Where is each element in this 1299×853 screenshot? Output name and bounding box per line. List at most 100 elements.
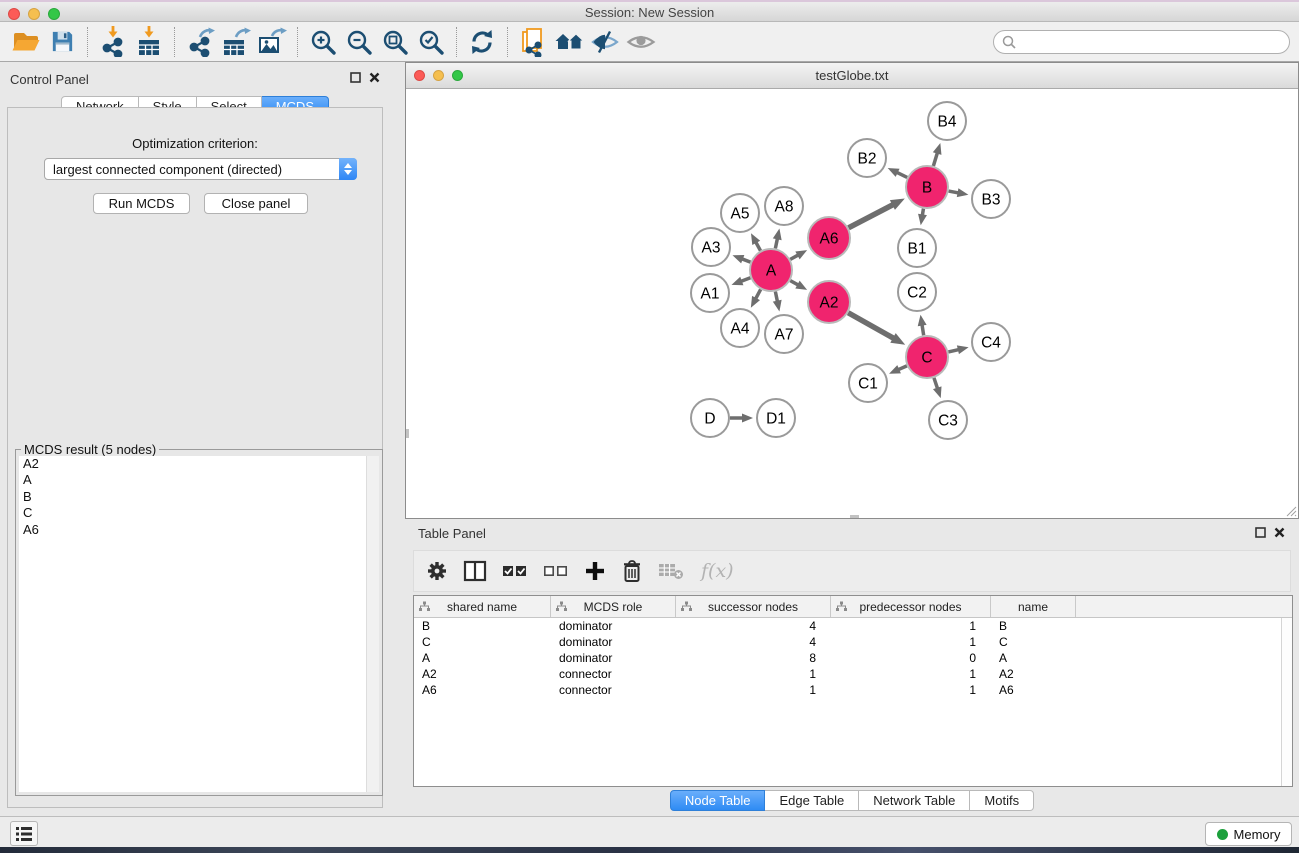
network-window-titlebar[interactable]: testGlobe.txt <box>406 63 1298 89</box>
export-image-button[interactable] <box>254 25 290 59</box>
graph-edge[interactable] <box>848 313 894 339</box>
graph-edge[interactable] <box>775 292 777 302</box>
function-builder-button[interactable]: f(x) <box>699 559 735 583</box>
table-row[interactable]: A2connector11A2 <box>414 666 1292 682</box>
column-header[interactable]: name <box>991 596 1076 617</box>
table-cell[interactable]: C <box>414 634 551 650</box>
table-cell[interactable]: B <box>414 618 551 634</box>
export-table-button[interactable] <box>218 25 254 59</box>
table-cell[interactable]: 1 <box>831 634 991 650</box>
table-cell[interactable]: connector <box>551 682 676 698</box>
delete-row-button[interactable] <box>621 559 643 583</box>
show-all-button[interactable] <box>623 25 659 59</box>
save-session-button[interactable] <box>44 25 80 59</box>
graph-edge[interactable] <box>897 172 907 177</box>
criterion-dropdown[interactable]: largest connected component (directed) <box>44 158 357 180</box>
graph-edge[interactable] <box>933 153 937 166</box>
tab-motifs[interactable]: Motifs <box>970 790 1034 811</box>
search-field[interactable] <box>993 30 1290 54</box>
open-session-button[interactable] <box>8 25 44 59</box>
mcds-result-scrollbar[interactable] <box>366 456 379 792</box>
graph-edge[interactable] <box>922 209 923 216</box>
table-cell[interactable]: A6 <box>414 682 551 698</box>
network-canvas[interactable]: B4B2BB3A8A5A6A3B1AA1C2A2A4A7C4CC1DD1C3 <box>406 89 1298 518</box>
close-panel-button[interactable]: Close panel <box>204 193 308 214</box>
delete-table-button[interactable] <box>658 561 684 581</box>
graph-edge[interactable] <box>898 366 907 370</box>
zoom-fit-button[interactable] <box>377 25 413 59</box>
result-item[interactable]: A <box>19 472 379 488</box>
table-cell[interactable]: 4 <box>676 634 831 650</box>
table-cell[interactable]: 1 <box>831 682 991 698</box>
close-panel-icon[interactable] <box>369 72 380 83</box>
result-item[interactable]: A2 <box>19 456 379 472</box>
table-cell[interactable]: A6 <box>991 682 1076 698</box>
table-cell[interactable]: dominator <box>551 634 676 650</box>
graph-edge[interactable] <box>775 238 777 248</box>
table-cell[interactable]: dominator <box>551 618 676 634</box>
new-network-from-selection-button[interactable] <box>515 25 551 59</box>
tab-node-table[interactable]: Node Table <box>670 790 766 811</box>
table-cell[interactable]: 1 <box>831 618 991 634</box>
table-cell[interactable]: C <box>991 634 1076 650</box>
column-header[interactable]: successor nodes <box>676 596 831 617</box>
table-cell[interactable]: A <box>991 650 1076 666</box>
zoom-in-button[interactable] <box>305 25 341 59</box>
table-row[interactable]: Cdominator41C <box>414 634 1292 650</box>
graph-edge[interactable] <box>949 191 959 193</box>
graph-edge[interactable] <box>948 350 958 352</box>
table-cell[interactable]: A <box>414 650 551 666</box>
graph-edge[interactable] <box>756 289 761 298</box>
table-cell[interactable]: B <box>991 618 1076 634</box>
table-cell[interactable]: 1 <box>831 666 991 682</box>
import-table-button[interactable] <box>131 25 167 59</box>
graph-edge[interactable] <box>742 259 751 262</box>
graph-edge[interactable] <box>790 281 798 285</box>
column-browser-button[interactable] <box>463 560 487 582</box>
table-settings-button[interactable] <box>426 560 448 582</box>
add-row-button[interactable] <box>584 560 606 582</box>
select-all-button[interactable] <box>502 560 528 582</box>
table-cell[interactable]: 1 <box>676 682 831 698</box>
tab-network-table[interactable]: Network Table <box>859 790 970 811</box>
hide-selected-button[interactable] <box>587 25 623 59</box>
export-network-button[interactable] <box>182 25 218 59</box>
graph-edge[interactable] <box>922 325 924 336</box>
graph-edge[interactable] <box>790 255 798 259</box>
close-table-panel-icon[interactable] <box>1274 527 1285 538</box>
result-item[interactable]: C <box>19 505 379 521</box>
column-header[interactable]: shared name <box>414 596 551 617</box>
result-item[interactable]: B <box>19 489 379 505</box>
tab-edge-table[interactable]: Edge Table <box>765 790 859 811</box>
search-input[interactable] <box>1017 33 1289 51</box>
table-row[interactable]: A6connector11A6 <box>414 682 1292 698</box>
float-panel-icon[interactable] <box>350 72 361 83</box>
apply-layout-button[interactable] <box>464 25 500 59</box>
table-cell[interactable]: 0 <box>831 650 991 666</box>
zoom-selected-button[interactable] <box>413 25 449 59</box>
table-row[interactable]: Adominator80A <box>414 650 1292 666</box>
graph-edge[interactable] <box>756 242 761 251</box>
memory-button[interactable]: Memory <box>1205 822 1292 846</box>
column-header[interactable]: predecessor nodes <box>831 596 991 617</box>
resize-grip-icon[interactable] <box>1285 505 1297 517</box>
graph-edge[interactable] <box>741 278 751 282</box>
deselect-all-button[interactable] <box>543 560 569 582</box>
table-cell[interactable]: 4 <box>676 618 831 634</box>
table-cell[interactable]: 8 <box>676 650 831 666</box>
table-cell[interactable]: A2 <box>414 666 551 682</box>
graph-edge[interactable] <box>849 205 894 228</box>
graph-edge[interactable] <box>934 378 938 389</box>
table-cell[interactable]: A2 <box>991 666 1076 682</box>
zoom-out-button[interactable] <box>341 25 377 59</box>
show-panels-button[interactable] <box>10 821 38 846</box>
result-item[interactable]: A6 <box>19 522 379 538</box>
column-header[interactable]: MCDS role <box>551 596 676 617</box>
table-scrollbar[interactable] <box>1281 618 1292 786</box>
table-row[interactable]: Bdominator41B <box>414 618 1292 634</box>
table-cell[interactable]: connector <box>551 666 676 682</box>
table-cell[interactable]: 1 <box>676 666 831 682</box>
toggle-graphics-details-button[interactable] <box>551 25 587 59</box>
float-table-panel-icon[interactable] <box>1255 527 1266 538</box>
table-cell[interactable]: dominator <box>551 650 676 666</box>
